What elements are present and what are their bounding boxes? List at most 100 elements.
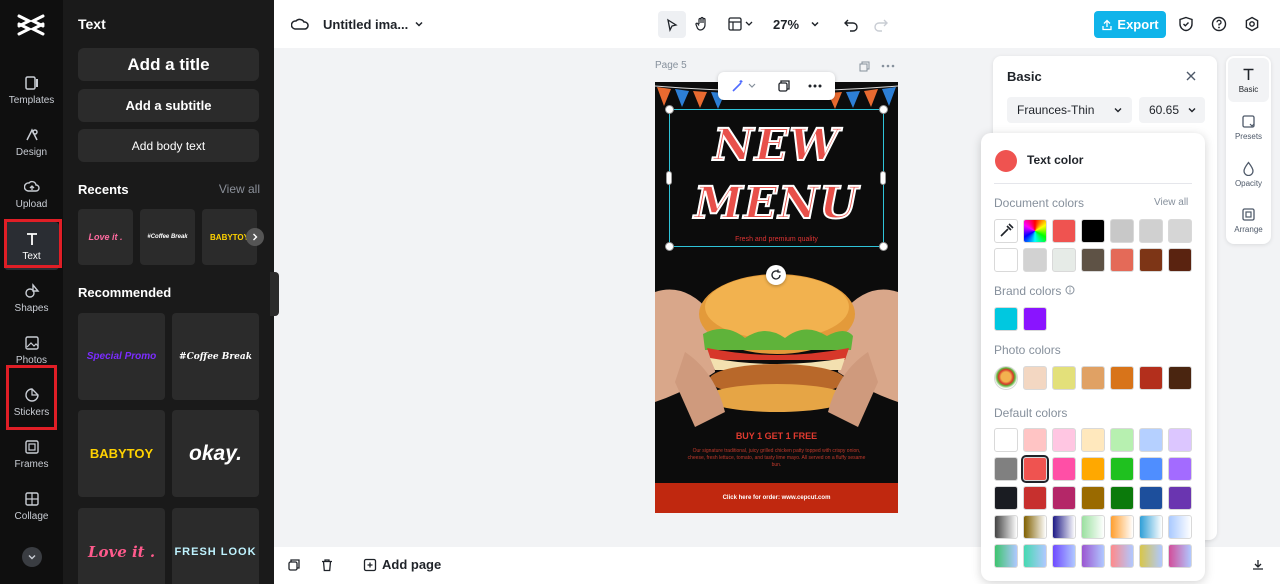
settings-icon[interactable] bbox=[1242, 14, 1262, 34]
redo-icon[interactable] bbox=[871, 14, 891, 34]
default-color-swatch[interactable] bbox=[1139, 515, 1163, 539]
duplicate-page-icon[interactable] bbox=[858, 60, 870, 72]
document-color-swatch[interactable] bbox=[1023, 248, 1047, 272]
preset-babytoy[interactable]: BABYTOY bbox=[78, 410, 165, 497]
tab-arrange[interactable]: Arrange bbox=[1228, 198, 1269, 242]
resize-handle[interactable] bbox=[879, 242, 888, 251]
add-body-text-button[interactable]: Add body text bbox=[78, 129, 259, 162]
select-tool-button[interactable] bbox=[658, 11, 686, 38]
export-button[interactable]: Export bbox=[1094, 11, 1166, 38]
zoom-level[interactable]: 27% bbox=[773, 17, 799, 32]
preset-love-it[interactable]: Love it . bbox=[78, 508, 165, 584]
document-color-swatch[interactable] bbox=[1052, 248, 1076, 272]
font-size-select[interactable]: 60.65 bbox=[1139, 97, 1205, 123]
add-page-button[interactable]: Add page bbox=[363, 557, 441, 572]
default-color-swatch[interactable] bbox=[1021, 455, 1049, 483]
eyedropper-button[interactable] bbox=[994, 219, 1018, 243]
poster-offer-description[interactable]: Our signature traditional, juicy grilled… bbox=[685, 448, 868, 469]
default-color-swatch[interactable] bbox=[1139, 428, 1163, 452]
cloud-save-icon[interactable] bbox=[290, 15, 310, 33]
default-color-swatch[interactable] bbox=[1110, 457, 1134, 481]
document-color-swatch[interactable] bbox=[1168, 219, 1192, 243]
default-color-swatch[interactable] bbox=[1023, 544, 1047, 568]
tab-presets[interactable]: Presets bbox=[1228, 105, 1269, 149]
default-color-swatch[interactable] bbox=[1052, 544, 1076, 568]
tab-opacity[interactable]: Opacity bbox=[1228, 152, 1269, 196]
ai-magic-button[interactable] bbox=[730, 78, 758, 94]
default-color-swatch[interactable] bbox=[1081, 544, 1105, 568]
tab-basic[interactable]: Basic bbox=[1228, 58, 1269, 102]
brand-color-swatch[interactable] bbox=[994, 307, 1018, 331]
copy-page-icon[interactable] bbox=[286, 557, 302, 573]
default-color-swatch[interactable] bbox=[1023, 486, 1047, 510]
undo-icon[interactable] bbox=[841, 14, 861, 34]
default-color-swatch[interactable] bbox=[1168, 544, 1192, 568]
poster-footer[interactable]: Click here for order: www.cepcut.com bbox=[655, 483, 898, 513]
photo-color-swatch[interactable] bbox=[1052, 366, 1076, 390]
default-color-swatch[interactable] bbox=[1052, 486, 1076, 510]
current-color-swatch[interactable] bbox=[995, 150, 1017, 172]
recent-item[interactable]: Love it . bbox=[78, 209, 133, 265]
default-color-swatch[interactable] bbox=[1081, 428, 1105, 452]
preset-okay[interactable]: okay. bbox=[172, 410, 259, 497]
default-color-swatch[interactable] bbox=[994, 544, 1018, 568]
capcut-logo[interactable] bbox=[16, 12, 46, 38]
photo-thumbnail-swatch[interactable] bbox=[994, 366, 1018, 390]
hand-tool-button[interactable] bbox=[692, 14, 712, 34]
default-color-swatch[interactable] bbox=[1081, 486, 1105, 510]
preset-special-promo[interactable]: Special Promo bbox=[78, 313, 165, 400]
default-color-swatch[interactable] bbox=[1168, 457, 1192, 481]
default-color-swatch[interactable] bbox=[1139, 544, 1163, 568]
help-icon[interactable] bbox=[1209, 14, 1229, 34]
document-colors-view-all[interactable]: View all bbox=[1154, 197, 1188, 208]
default-color-swatch[interactable] bbox=[994, 457, 1018, 481]
document-color-swatch[interactable] bbox=[1081, 248, 1105, 272]
photo-color-swatch[interactable] bbox=[1168, 366, 1192, 390]
shield-icon[interactable] bbox=[1176, 14, 1196, 34]
pages-panel-icon[interactable] bbox=[1250, 557, 1266, 573]
default-color-swatch[interactable] bbox=[1110, 428, 1134, 452]
default-color-swatch[interactable] bbox=[1023, 515, 1047, 539]
color-wheel-swatch[interactable] bbox=[1023, 219, 1047, 243]
rail-item-frames[interactable]: Frames bbox=[4, 430, 59, 478]
resize-handle[interactable] bbox=[665, 105, 674, 114]
view-all-link[interactable]: View all bbox=[219, 182, 260, 196]
collapse-rail-button[interactable] bbox=[22, 547, 42, 567]
add-subtitle-button[interactable]: Add a subtitle bbox=[78, 89, 259, 122]
resize-handle[interactable] bbox=[880, 171, 886, 185]
default-color-swatch[interactable] bbox=[994, 515, 1018, 539]
rail-item-shapes[interactable]: Shapes bbox=[4, 274, 59, 322]
default-color-swatch[interactable] bbox=[1052, 457, 1076, 481]
panel-collapse-handle[interactable] bbox=[270, 272, 279, 316]
font-family-select[interactable]: Fraunces-Thin bbox=[1007, 97, 1132, 123]
info-icon[interactable] bbox=[1065, 285, 1075, 295]
rail-item-design[interactable]: Design bbox=[4, 118, 59, 166]
default-color-swatch[interactable] bbox=[1110, 515, 1134, 539]
zoom-chevron-down-icon[interactable] bbox=[808, 17, 822, 31]
default-color-swatch[interactable] bbox=[1110, 486, 1134, 510]
more-options-icon[interactable] bbox=[806, 78, 824, 94]
default-color-swatch[interactable] bbox=[994, 486, 1018, 510]
photo-color-swatch[interactable] bbox=[1081, 366, 1105, 390]
photo-color-swatch[interactable] bbox=[1023, 366, 1047, 390]
recents-next-button[interactable] bbox=[246, 228, 264, 246]
document-title[interactable]: Untitled ima... bbox=[323, 17, 408, 32]
default-color-swatch[interactable] bbox=[1052, 515, 1076, 539]
photo-color-swatch[interactable] bbox=[1110, 366, 1134, 390]
default-color-swatch[interactable] bbox=[1139, 457, 1163, 481]
preset-coffee-break[interactable]: #Coffee Break bbox=[172, 313, 259, 400]
rail-item-templates[interactable]: Templates bbox=[4, 66, 59, 114]
default-color-swatch[interactable] bbox=[1023, 428, 1047, 452]
document-color-swatch[interactable] bbox=[1139, 248, 1163, 272]
chevron-down-icon[interactable] bbox=[413, 17, 425, 31]
document-color-swatch[interactable] bbox=[1052, 219, 1076, 243]
resize-handle[interactable] bbox=[879, 105, 888, 114]
add-title-button[interactable]: Add a title bbox=[78, 48, 259, 81]
document-color-swatch[interactable] bbox=[994, 248, 1018, 272]
delete-page-icon[interactable] bbox=[319, 557, 335, 573]
layout-menu-button[interactable] bbox=[726, 14, 756, 34]
default-color-swatch[interactable] bbox=[1081, 515, 1105, 539]
default-color-swatch[interactable] bbox=[1052, 428, 1076, 452]
document-color-swatch[interactable] bbox=[1110, 248, 1134, 272]
document-color-swatch[interactable] bbox=[1081, 219, 1105, 243]
